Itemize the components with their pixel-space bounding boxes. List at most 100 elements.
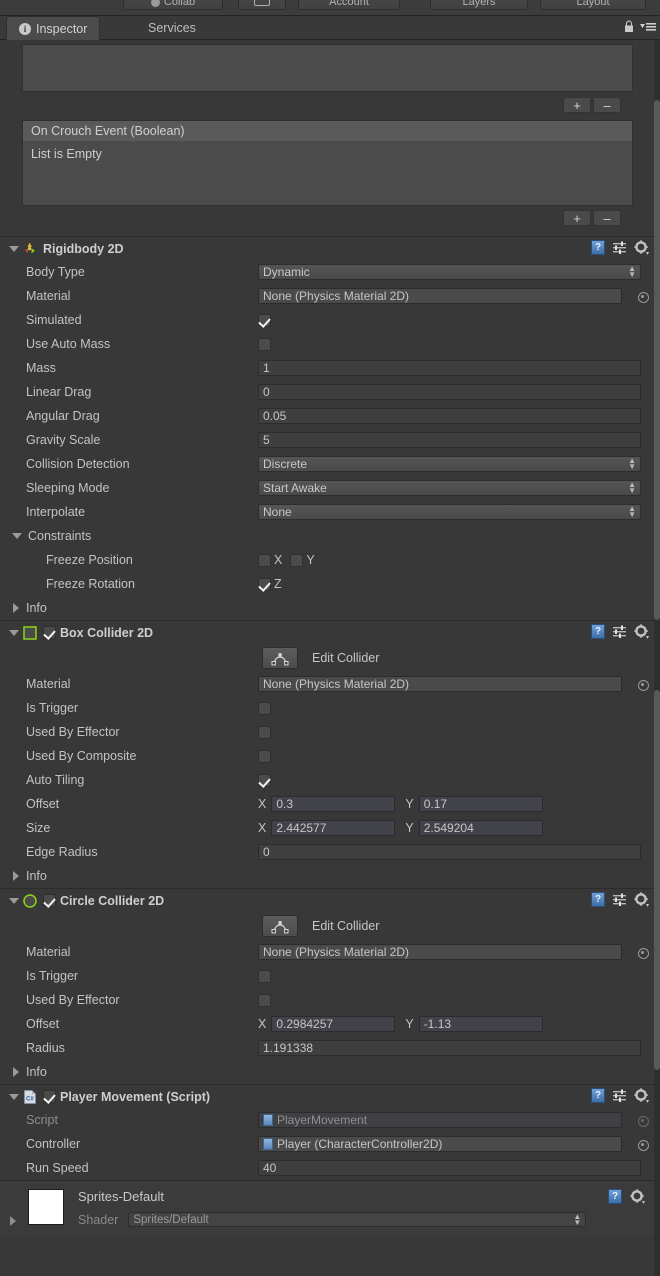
dropdown-collision-detection[interactable]: Discrete ▲ ▼ — [258, 456, 641, 472]
gear-icon[interactable] — [630, 1189, 645, 1204]
gear-icon[interactable] — [634, 624, 649, 639]
add-event-button-top[interactable]: + — [563, 97, 591, 113]
checkbox-circle-used-by-effector[interactable] — [258, 993, 271, 1007]
foldout-constraints[interactable]: Constraints — [0, 524, 655, 548]
checkbox-circle-collider-enabled[interactable] — [43, 894, 56, 907]
input-circle-offset-x[interactable]: 0.2984257 — [271, 1016, 396, 1032]
help-icon[interactable]: ? — [591, 240, 605, 255]
component-player-movement-script: C# Player Movement (Script) ? Script Pla… — [0, 1084, 655, 1180]
edit-collider-button[interactable] — [262, 647, 298, 669]
objectfield-controller-value: Player (CharacterController2D) — [277, 1137, 443, 1151]
tab-services[interactable]: Services — [136, 16, 208, 40]
checkbox-box-used-by-composite[interactable] — [258, 749, 271, 763]
checkbox-circle-is-trigger[interactable] — [258, 969, 271, 983]
foldout-rb-info[interactable]: Info — [0, 596, 655, 620]
help-icon[interactable]: ? — [591, 624, 605, 639]
scrollbar-thumb-lower[interactable] — [654, 690, 660, 1070]
rigidbody-2d-header[interactable]: Rigidbody 2D ? — [0, 237, 655, 260]
remove-event-button[interactable]: – — [593, 210, 621, 226]
scrollbar-thumb-upper[interactable] — [654, 100, 660, 620]
foldout-arrow-icon[interactable] — [8, 243, 19, 254]
checkbox-freeze-rotation-z[interactable] — [258, 577, 271, 591]
material-foldout-icon[interactable] — [10, 1216, 16, 1226]
help-icon[interactable]: ? — [608, 1189, 622, 1204]
row-circle-used-by-effector: Used By Effector — [0, 988, 655, 1012]
cloud-button[interactable] — [238, 0, 286, 10]
dropdown-interpolate[interactable]: None ▲ ▼ — [258, 504, 641, 520]
checkbox-use-auto-mass[interactable] — [258, 337, 271, 351]
checkbox-box-used-by-effector[interactable] — [258, 725, 271, 739]
foldout-arrow-icon[interactable] — [8, 895, 19, 906]
dropdown-sleeping-mode[interactable]: Start Awake ▲ ▼ — [258, 480, 641, 496]
input-run-speed-value: 40 — [263, 1161, 277, 1175]
input-box-offset-x-value: 0.3 — [276, 797, 294, 811]
input-circle-radius[interactable]: 1.191338 — [258, 1040, 641, 1056]
player-movement-header[interactable]: C# Player Movement (Script) ? — [0, 1085, 655, 1108]
input-box-offset-y[interactable]: 0.17 — [418, 796, 543, 812]
checkbox-box-is-trigger[interactable] — [258, 701, 271, 715]
objectfield-controller[interactable]: Player (CharacterController2D) — [258, 1136, 622, 1152]
remove-event-button-top[interactable]: – — [593, 97, 621, 113]
label-mass: Mass — [26, 361, 56, 375]
input-linear-drag[interactable]: 0 — [258, 384, 641, 400]
foldout-box-info[interactable]: Info — [0, 864, 655, 888]
input-run-speed[interactable]: 40 — [258, 1160, 641, 1176]
input-box-edge-radius[interactable]: 0 — [258, 844, 641, 860]
preset-icon[interactable] — [612, 893, 627, 907]
object-picker-icon[interactable] — [636, 1138, 649, 1151]
chevron-updown-icon: ▲ ▼ — [628, 504, 636, 519]
checkbox-freeze-position-x[interactable] — [258, 553, 271, 567]
layers-button[interactable]: Layers — [430, 0, 528, 10]
foldout-circle-info[interactable]: Info — [0, 1060, 655, 1084]
input-box-offset-y-value: 0.17 — [423, 797, 448, 811]
preset-icon[interactable] — [612, 625, 627, 639]
input-circle-offset-y[interactable]: -1.13 — [418, 1016, 543, 1032]
collab-button[interactable]: Collab — [123, 0, 223, 10]
input-box-size-y[interactable]: 2.549204 — [418, 820, 543, 836]
checkbox-simulated[interactable] — [258, 313, 271, 327]
triangle-down-icon — [12, 533, 22, 539]
input-box-offset-x[interactable]: 0.3 — [271, 796, 396, 812]
objectfield-box-material[interactable]: None (Physics Material 2D) — [258, 676, 622, 692]
unity-inspector-window: Collab Account Layers Layout i Inspector… — [0, 0, 660, 1276]
input-mass[interactable]: 1 — [258, 360, 641, 376]
gear-icon[interactable] — [634, 1088, 649, 1103]
row-box-offset: Offset X 0.3 Y 0.17 — [0, 792, 655, 816]
lock-icon[interactable] — [624, 20, 634, 33]
checkbox-box-collider-enabled[interactable] — [43, 626, 56, 639]
input-box-size-x[interactable]: 2.442577 — [271, 820, 396, 836]
preset-icon[interactable] — [612, 1089, 627, 1103]
input-gravity-scale[interactable]: 5 — [258, 432, 641, 448]
inspector-scrollbar[interactable] — [654, 40, 660, 1276]
input-angular-drag[interactable]: 0.05 — [258, 408, 641, 424]
gear-icon[interactable] — [634, 892, 649, 907]
help-icon[interactable]: ? — [591, 892, 605, 907]
gear-icon[interactable] — [634, 240, 649, 255]
csharp-script-icon: C# — [22, 1089, 38, 1105]
account-button[interactable]: Account — [298, 0, 400, 10]
objectfield-circle-material[interactable]: None (Physics Material 2D) — [258, 944, 622, 960]
add-event-button[interactable]: + — [563, 210, 591, 226]
panel-menu-icon[interactable] — [640, 22, 656, 33]
layout-button[interactable]: Layout — [540, 0, 646, 10]
objectfield-rb-material[interactable]: None (Physics Material 2D) — [258, 288, 622, 304]
foldout-arrow-icon[interactable] — [8, 1091, 19, 1102]
foldout-arrow-icon[interactable] — [8, 627, 19, 638]
object-picker-icon[interactable] — [636, 946, 649, 959]
dropdown-body-type[interactable]: Dynamic ▲ ▼ — [258, 264, 641, 280]
checkbox-freeze-position-y[interactable] — [290, 553, 304, 567]
preset-icon[interactable] — [612, 241, 627, 255]
row-controller: Controller Player (CharacterController2D… — [0, 1132, 655, 1156]
event-list-area-top[interactable] — [22, 44, 633, 92]
edit-collider-button[interactable] — [262, 915, 298, 937]
checkbox-box-auto-tiling[interactable] — [258, 773, 271, 787]
tab-inspector[interactable]: i Inspector — [6, 16, 101, 40]
object-picker-icon[interactable] — [636, 290, 649, 303]
circle-collider-2d-header[interactable]: Circle Collider 2D ? — [0, 889, 655, 912]
object-picker-icon[interactable] — [636, 678, 649, 691]
dropdown-shader[interactable]: Sprites/Default ▲ ▼ — [128, 1212, 587, 1227]
checkbox-player-movement-enabled[interactable] — [43, 1090, 56, 1103]
help-icon[interactable]: ? — [591, 1088, 605, 1103]
box-collider-2d-header[interactable]: Box Collider 2D ? — [0, 621, 655, 644]
rigidbody-2d-title: Rigidbody 2D — [43, 241, 124, 256]
